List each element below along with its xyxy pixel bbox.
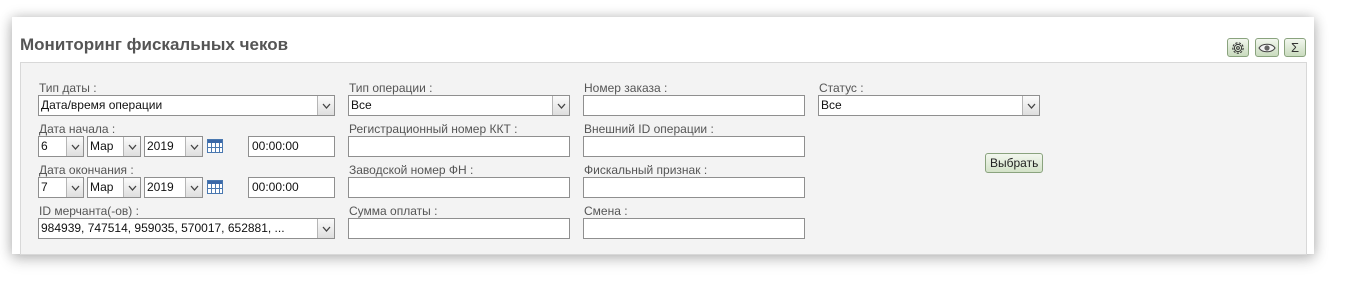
filter-form: Тип даты : Дата/время операции Дата нача…: [20, 62, 1307, 255]
chevron-down-icon: [66, 178, 83, 197]
merchant-select[interactable]: 984939, 747514, 959035, 570017, 652881, …: [38, 218, 335, 239]
status-select[interactable]: Все: [818, 95, 1040, 116]
status-label: Статус :: [819, 81, 864, 95]
view-button[interactable]: [1255, 38, 1279, 57]
operation-type-label: Тип операции :: [349, 81, 433, 95]
eye-icon: [1258, 43, 1276, 52]
fiscal-sign-input[interactable]: [583, 177, 805, 198]
date-type-select[interactable]: Дата/время операции: [38, 95, 335, 116]
date-end-label: Дата окончания :: [39, 163, 134, 177]
submit-button[interactable]: Выбрать: [985, 153, 1044, 173]
chevron-down-icon: [1022, 96, 1039, 115]
end-day-select[interactable]: 7: [38, 177, 84, 198]
gear-icon: [1232, 41, 1244, 54]
end-year-select[interactable]: 2019: [144, 177, 203, 198]
date-type-label: Тип даты :: [39, 81, 97, 95]
date-start-label: Дата начала :: [39, 122, 116, 136]
chevron-down-icon: [123, 178, 140, 197]
start-day-select[interactable]: 6: [38, 136, 84, 157]
payment-sum-input[interactable]: [348, 218, 570, 239]
chevron-down-icon: [317, 96, 334, 115]
external-id-input[interactable]: [583, 136, 805, 157]
fn-number-input[interactable]: [348, 177, 570, 198]
end-time-input[interactable]: 00:00:00: [248, 177, 335, 198]
payment-sum-label: Сумма оплаты :: [349, 204, 438, 218]
kkt-reg-input[interactable]: [348, 136, 570, 157]
fiscal-sign-label: Фискальный признак :: [584, 163, 708, 177]
chevron-down-icon: [552, 96, 569, 115]
chevron-down-icon: [123, 137, 140, 156]
external-id-label: Внешний ID операции :: [584, 122, 714, 136]
end-month-select[interactable]: Мар: [87, 177, 141, 198]
shift-input[interactable]: [583, 218, 805, 239]
merchant-label: ID мерчанта(-ов) :: [39, 204, 139, 218]
start-year-select[interactable]: 2019: [144, 136, 203, 157]
page-title: Мониторинг фискальных чеков: [20, 35, 289, 54]
chevron-down-icon: [317, 219, 334, 238]
kkt-reg-label: Регистрационный номер ККТ :: [349, 122, 518, 136]
chevron-down-icon: [66, 137, 83, 156]
sigma-icon: Σ: [1290, 40, 1300, 55]
order-number-label: Номер заказа :: [584, 81, 668, 95]
operation-type-select[interactable]: Все: [348, 95, 570, 116]
chevron-down-icon: [185, 137, 202, 156]
start-month-select[interactable]: Мар: [87, 136, 141, 157]
shift-label: Смена :: [584, 204, 628, 218]
fn-number-label: Заводской номер ФН :: [349, 163, 474, 177]
order-number-input[interactable]: [583, 95, 805, 116]
chevron-down-icon: [185, 178, 202, 197]
settings-button[interactable]: [1227, 38, 1249, 57]
calendar-icon[interactable]: [207, 180, 223, 194]
sum-button[interactable]: Σ: [1284, 38, 1306, 57]
start-time-input[interactable]: 00:00:00: [248, 136, 335, 157]
calendar-icon[interactable]: [207, 139, 223, 153]
fiscal-checks-panel: Мониторинг фискальных чеков Σ Тип даты :…: [12, 17, 1314, 255]
